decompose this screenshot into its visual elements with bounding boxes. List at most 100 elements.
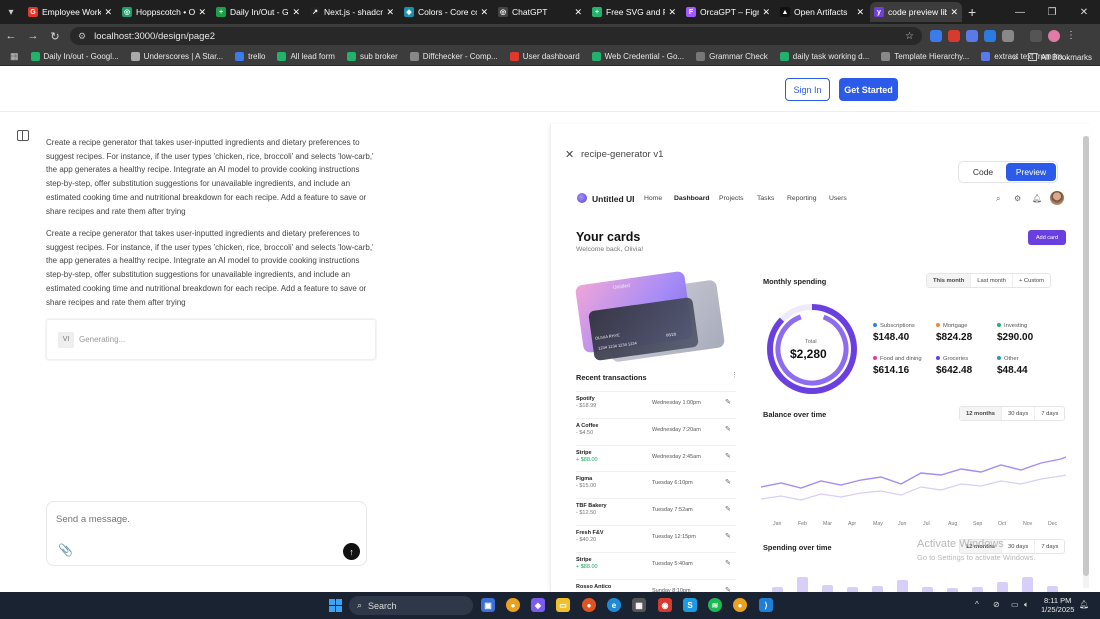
- firefox-icon[interactable]: ●: [582, 598, 596, 612]
- vscode-icon[interactable]: ⟩: [759, 598, 773, 612]
- bookmark-star-icon[interactable]: ☆: [905, 31, 914, 42]
- extension-icon[interactable]: [984, 30, 996, 42]
- edit-pencil-icon[interactable]: ✎: [725, 398, 731, 406]
- taskbar-search[interactable]: ⌕ Search: [349, 596, 473, 615]
- bookmark-item[interactable]: All lead form: [277, 52, 335, 61]
- tab-search-chevron-icon[interactable]: ▾: [0, 0, 22, 24]
- range-tab[interactable]: 30 days: [1002, 407, 1036, 420]
- bookmarks-overflow-icon[interactable]: »: [1013, 48, 1018, 66]
- range-tab[interactable]: 7 days: [1035, 540, 1064, 553]
- tab-close-icon[interactable]: ✕: [386, 7, 394, 18]
- reload-icon[interactable]: ↻: [44, 30, 66, 43]
- profile-avatar[interactable]: [1048, 30, 1060, 42]
- task-view-icon[interactable]: ▣: [481, 598, 495, 612]
- bookmark-item[interactable]: Daily In/out - Googl...: [30, 52, 119, 61]
- tab-close-icon[interactable]: ✕: [480, 7, 488, 18]
- all-bookmarks[interactable]: All Bookmarks: [1027, 48, 1092, 66]
- add-card-button[interactable]: Add card: [1028, 230, 1066, 245]
- browser-tab[interactable]: ◎ ChatGPT ✕: [494, 2, 586, 22]
- range-tab[interactable]: 12 months: [960, 407, 1002, 420]
- browser-tab[interactable]: ◎ Hoppscotch • Op ✕: [118, 2, 210, 22]
- edit-pencil-icon[interactable]: ✎: [725, 425, 731, 433]
- attach-paperclip-icon[interactable]: 📎: [58, 543, 73, 557]
- browser-tab[interactable]: G Employee Working✕: [24, 2, 116, 22]
- bookmark-item[interactable]: Underscores | A Star...: [130, 52, 223, 61]
- download-icon[interactable]: [1030, 30, 1042, 42]
- more-options-icon[interactable]: ⋮: [731, 371, 738, 379]
- gear-icon[interactable]: ⚙: [1014, 194, 1021, 203]
- nav-link-reporting[interactable]: Reporting: [787, 195, 816, 202]
- edit-pencil-icon[interactable]: ✎: [725, 452, 731, 460]
- tab-close-icon[interactable]: ✕: [668, 7, 676, 18]
- bookmark-item[interactable]: Web Credential - Go...: [591, 52, 684, 61]
- minimize-icon[interactable]: —: [1004, 7, 1036, 18]
- site-info-icon[interactable]: ⚙: [78, 31, 86, 42]
- forward-icon[interactable]: →: [22, 30, 44, 42]
- bookmark-item[interactable]: daily task working d...: [779, 52, 869, 61]
- new-tab-button[interactable]: +: [968, 4, 976, 20]
- browser-tab[interactable]: + Daily In/Out - Go ✕: [212, 2, 304, 22]
- chrome-active-icon[interactable]: ●: [733, 598, 747, 612]
- file-explorer-icon[interactable]: ▭: [556, 598, 570, 612]
- tab-close-icon[interactable]: ✕: [198, 7, 206, 18]
- bookmark-item[interactable]: trello: [235, 52, 265, 61]
- user-avatar[interactable]: [1050, 191, 1064, 205]
- panel-scrollbar[interactable]: [1083, 136, 1089, 588]
- tray-chevron-icon[interactable]: ^: [975, 600, 979, 609]
- sidebar-toggle-icon[interactable]: [17, 130, 29, 141]
- tab-close-icon[interactable]: ✕: [104, 7, 112, 18]
- address-bar[interactable]: ⚙ localhost:3000/design/page2 ☆: [70, 27, 922, 45]
- range-tab[interactable]: + Custom: [1013, 274, 1050, 287]
- bookmark-item[interactable]: Grammar Check: [696, 52, 768, 61]
- nav-link-tasks[interactable]: Tasks: [757, 195, 774, 202]
- apps-grid-icon[interactable]: ▦: [10, 51, 19, 62]
- range-tab[interactable]: Last month: [971, 274, 1013, 287]
- start-windows-icon[interactable]: [329, 599, 342, 612]
- tab-preview[interactable]: Preview: [1006, 163, 1056, 181]
- range-tab[interactable]: 30 days: [1002, 540, 1036, 553]
- back-icon[interactable]: ←: [0, 30, 22, 42]
- browser-tab[interactable]: F OrcaGPT – Figma✕: [682, 2, 774, 22]
- close-icon[interactable]: ✕: [565, 148, 574, 161]
- edit-pencil-icon[interactable]: ✎: [725, 478, 731, 486]
- send-button[interactable]: ↑: [343, 543, 360, 560]
- close-window-icon[interactable]: ✕: [1068, 7, 1100, 18]
- tab-close-icon[interactable]: ✕: [574, 7, 582, 18]
- extension-icon[interactable]: [930, 30, 942, 42]
- chrome-icon[interactable]: ●: [506, 598, 520, 612]
- maximize-icon[interactable]: ❐: [1036, 7, 1068, 18]
- volume-icon[interactable]: 🔈︎: [1024, 600, 1029, 610]
- tab-close-icon[interactable]: ✕: [292, 7, 300, 18]
- tab-close-icon[interactable]: ✕: [950, 7, 958, 18]
- puzzle-icon[interactable]: [1002, 30, 1014, 42]
- edit-pencil-icon[interactable]: ✎: [725, 559, 731, 567]
- browser-tab[interactable]: y code preview lib ✕: [870, 2, 962, 22]
- copilot-icon[interactable]: ◆: [531, 598, 545, 612]
- nav-link-users[interactable]: Users: [829, 195, 847, 202]
- tab-code[interactable]: Code: [960, 167, 1006, 177]
- message-input[interactable]: [56, 514, 336, 525]
- nav-link-projects[interactable]: Projects: [719, 195, 744, 202]
- tab-close-icon[interactable]: ✕: [762, 7, 770, 18]
- edit-pencil-icon[interactable]: ✎: [725, 505, 731, 513]
- notification-bell-icon[interactable]: 🔔︎: [1079, 600, 1089, 609]
- skype-icon[interactable]: S: [683, 598, 697, 612]
- nav-link-home[interactable]: Home: [644, 195, 662, 202]
- taskbar-clock[interactable]: 8:11 PM 1/25/2025: [1041, 596, 1074, 614]
- edit-pencil-icon[interactable]: ✎: [725, 532, 731, 540]
- browser-tab[interactable]: ↗ Next.js - shadcn/✕: [306, 2, 398, 22]
- get-started-button[interactable]: Get Started: [839, 78, 898, 101]
- search-icon[interactable]: ⌕: [996, 194, 1000, 204]
- bookmark-item[interactable]: Diffchecker - Comp...: [409, 52, 498, 61]
- app-icon[interactable]: ◉: [658, 598, 672, 612]
- range-tab[interactable]: This month: [927, 274, 972, 287]
- browser-tab[interactable]: ▲ Open Artifacts ✕: [776, 2, 868, 22]
- browser-tab[interactable]: ◆ Colors - Core con✕: [400, 2, 492, 22]
- network-off-icon[interactable]: ⊘: [993, 600, 1000, 609]
- browser-tab[interactable]: + Free SVG and Re✕: [588, 2, 680, 22]
- range-tab[interactable]: 7 days: [1035, 407, 1064, 420]
- scrollbar-thumb[interactable]: [1083, 136, 1089, 576]
- bell-icon[interactable]: 🔔︎: [1032, 194, 1042, 203]
- battery-icon[interactable]: ▭: [1011, 600, 1019, 609]
- edge-icon[interactable]: e: [607, 598, 621, 612]
